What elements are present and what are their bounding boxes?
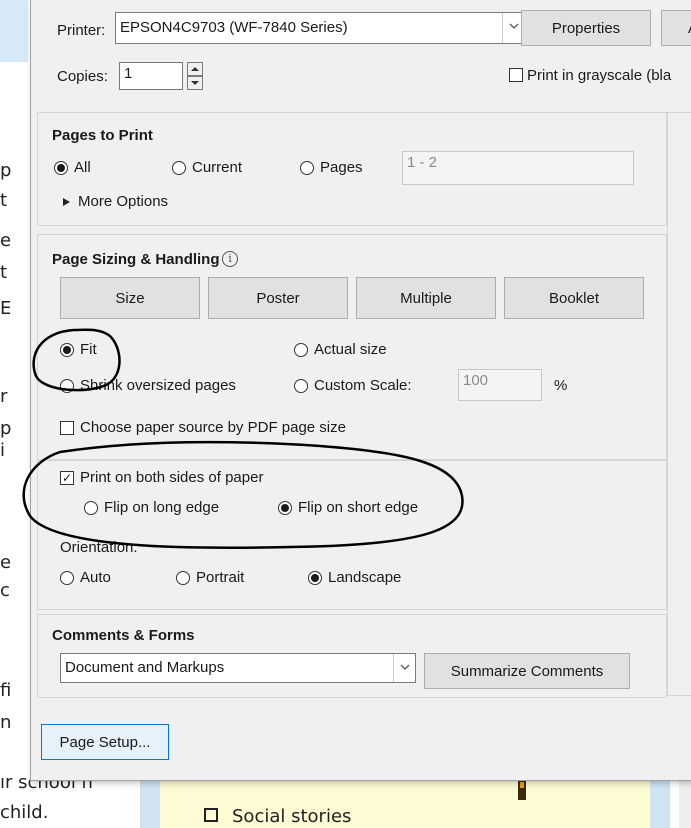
duplex-annotation-circle bbox=[22, 440, 464, 550]
hand-drawn-annotations bbox=[22, 328, 464, 550]
fit-annotation-circle bbox=[32, 328, 121, 392]
